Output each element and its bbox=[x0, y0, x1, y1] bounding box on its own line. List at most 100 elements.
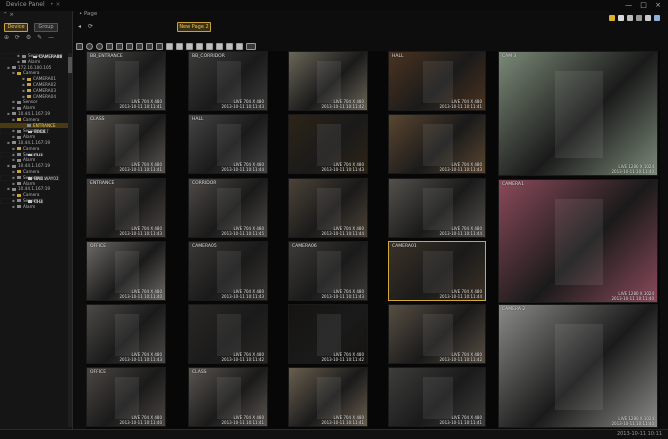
camera-tile[interactable]: CLASS LIVE 704 X 480 2013-10-11 10:11:41 bbox=[86, 114, 166, 174]
lock-icon[interactable] bbox=[654, 15, 660, 21]
camera-tile[interactable]: CORRIDOR LIVE 704 X 480 2013-10-11 10:11:4… bbox=[188, 178, 268, 238]
device-icon bbox=[12, 112, 16, 116]
camera-tile[interactable]: LIVE 704 X 480 2013-10-11 10:11:43 bbox=[388, 114, 486, 174]
grid-5-icon[interactable] bbox=[206, 42, 213, 50]
stream-timestamp: 2013-10-11 10:11:43 bbox=[321, 293, 364, 299]
device-icon bbox=[12, 66, 16, 70]
panel-tools[interactable]: ⊕ ⟳ ⚙ ✎ — bbox=[0, 34, 72, 43]
video-frame bbox=[317, 124, 341, 166]
layout-icon[interactable] bbox=[609, 15, 615, 21]
camera-info: LIVE 704 X 480 2013-10-11 10:11:43 bbox=[321, 162, 364, 172]
layout-1-icon[interactable] bbox=[116, 42, 123, 50]
camera-tile[interactable]: CAMERA1 LIVE 1280 X 1024 2013-10-11 10:11:… bbox=[498, 179, 658, 303]
snapshot-icon[interactable] bbox=[106, 42, 113, 50]
camera-info: LIVE 1280 X 1024 2013-10-11 10:11:40 bbox=[612, 164, 654, 174]
tree-item-label: Alarm bbox=[23, 157, 36, 163]
stream-timestamp: 2013-10-11 10:11:43 bbox=[119, 356, 162, 362]
camera-tile[interactable]: LIVE 704 X 480 2013-10-11 10:11:43 bbox=[86, 304, 166, 364]
grid-1-icon[interactable] bbox=[166, 42, 173, 50]
stream-timestamp: 2013-10-11 10:11:43 bbox=[321, 166, 364, 172]
camera-tile[interactable]: OFFICE LIVE 704 X 480 2013-10-11 10:11:40 bbox=[86, 367, 166, 427]
camera-tile[interactable]: LIVE 704 X 480 2013-10-11 10:11:41 bbox=[288, 367, 368, 427]
camera-tile[interactable]: CAMERA05 LIVE 704 X 480 2013-10-11 10:11:4… bbox=[188, 241, 268, 301]
camera-info: LIVE 704 X 480 2013-10-11 10:11:43 bbox=[440, 162, 482, 172]
refresh-icon[interactable] bbox=[96, 42, 103, 50]
link-icon[interactable] bbox=[627, 15, 633, 21]
video-frame bbox=[423, 188, 453, 230]
camera-tile[interactable]: LIVE 704 X 480 2013-10-11 10:11:42 bbox=[288, 51, 368, 111]
stream-timestamp: 2013-10-11 10:11:41 bbox=[119, 166, 162, 172]
panel-header: ⌃ × bbox=[0, 11, 72, 21]
stream-timestamp: 2013-10-11 10:11:42 bbox=[321, 103, 364, 109]
tree-item[interactable]: ▪ Alarm bbox=[0, 204, 72, 210]
camera-info: LIVE 704 X 480 2013-10-11 10:11:42 bbox=[321, 99, 364, 109]
camera-tile[interactable]: CLASS LIVE 704 X 480 2013-10-11 10:11:41 bbox=[188, 367, 268, 427]
camera-info: LIVE 704 X 480 2013-10-11 10:11:41 bbox=[120, 99, 162, 109]
delete-icon[interactable] bbox=[76, 42, 83, 50]
device-icon bbox=[17, 199, 21, 203]
camera-info: LIVE 704 X 480 2013-10-11 10:11:43 bbox=[321, 289, 364, 299]
grid-2-icon[interactable] bbox=[176, 42, 183, 50]
camera-tile[interactable]: ENTRANCE LIVE 704 X 480 2013-10-11 10:11:4… bbox=[86, 178, 166, 238]
settings-icon[interactable] bbox=[645, 15, 651, 21]
camera-tile[interactable]: LIVE 704 X 480 2013-10-11 10:11:42 bbox=[188, 304, 268, 364]
bookmark-icon[interactable] bbox=[156, 42, 163, 50]
camera-tile[interactable]: BB_ENTRANCE LIVE 704 X 480 2013-10-11 10:1… bbox=[86, 51, 166, 111]
video-frame bbox=[217, 314, 241, 356]
monitor-icon[interactable] bbox=[618, 15, 624, 21]
device-icon bbox=[22, 54, 26, 58]
camera-tile[interactable]: CAM 3 LIVE 1280 X 1024 2013-10-11 10:11:40 bbox=[498, 51, 658, 176]
camera-info: LIVE 704 X 480 2013-10-11 10:11:41 bbox=[222, 415, 264, 425]
folder-icon bbox=[27, 77, 31, 81]
panel-controls[interactable]: • × bbox=[50, 1, 60, 8]
tree-item-label: 10.44.1.167:19 bbox=[18, 163, 51, 169]
video-frame bbox=[555, 70, 603, 159]
record-icon[interactable] bbox=[86, 42, 93, 50]
camera-label: BB_ENTRANCE bbox=[90, 54, 123, 59]
tab-device[interactable]: Device bbox=[4, 23, 28, 32]
camera-tile[interactable]: CAMERA06 LIVE 704 X 480 2013-10-11 10:11:4… bbox=[288, 241, 368, 301]
camera-tile[interactable]: HALL LIVE 704 X 480 2013-10-11 10:11:44 bbox=[188, 114, 268, 174]
camera-tile[interactable]: CAMERA01 LIVE 704 X 480 2013-10-11 10:11:4… bbox=[388, 241, 486, 301]
camera-tile[interactable]: LIVE 704 X 480 2013-10-11 10:11:42 bbox=[388, 304, 486, 364]
camera-info: LIVE 704 X 480 2013-10-11 10:11:42 bbox=[222, 352, 264, 362]
fullscreen-icon[interactable] bbox=[246, 42, 256, 50]
camera-tile[interactable]: BB_CORRIDOR LIVE 704 X 480 2013-10-11 10:1… bbox=[188, 51, 268, 111]
camera-tile[interactable]: LIVE 704 X 480 2013-10-11 10:11:44 bbox=[388, 178, 486, 238]
camera-tile[interactable]: LIVE 704 X 480 2013-10-11 10:11:43 bbox=[288, 114, 368, 174]
camera-tile[interactable]: OFFICE LIVE 704 X 480 2013-10-11 10:11:40 bbox=[86, 241, 166, 301]
grid-4-icon[interactable] bbox=[196, 42, 203, 50]
camera-tile[interactable]: CAMERA 2 LIVE 1280 X 1024 2013-10-11 10:11… bbox=[498, 304, 658, 428]
refresh-icon[interactable]: ⟳ bbox=[88, 23, 93, 30]
camera-label: OFFICE bbox=[90, 244, 107, 249]
grid-3-icon[interactable] bbox=[186, 42, 193, 50]
camera-tile[interactable]: LIVE 704 X 480 2013-10-11 10:11:44 bbox=[288, 178, 368, 238]
star-icon[interactable] bbox=[146, 42, 153, 50]
folder-icon bbox=[27, 89, 31, 93]
layout-2-icon[interactable] bbox=[126, 42, 133, 50]
scrollbar-thumb[interactable] bbox=[68, 57, 72, 73]
stream-timestamp: 2013-10-11 10:11:44 bbox=[321, 230, 364, 236]
grid-8-icon[interactable] bbox=[236, 42, 243, 50]
back-icon[interactable]: ◂ bbox=[78, 23, 81, 30]
camera-tile[interactable]: HALL LIVE 704 X 480 2013-10-11 10:11:41 bbox=[388, 51, 486, 111]
panel-pin-controls[interactable]: ⌃ × bbox=[3, 12, 14, 20]
camera-info: LIVE 704 X 480 2013-10-11 10:11:44 bbox=[321, 226, 364, 236]
layout-3-icon[interactable] bbox=[136, 42, 143, 50]
tab-group[interactable]: Group bbox=[34, 23, 58, 32]
tab-new-page-2[interactable]: New Page 2 bbox=[177, 22, 211, 32]
video-frame bbox=[115, 61, 139, 103]
tree-scrollbar[interactable] bbox=[68, 53, 72, 427]
tree-item-label: Alarm bbox=[23, 105, 36, 111]
camera-tile[interactable]: LIVE 704 X 480 2013-10-11 10:11:42 bbox=[288, 304, 368, 364]
pin-icon[interactable] bbox=[636, 15, 642, 21]
grid-6-icon[interactable] bbox=[216, 42, 223, 50]
grid-7-icon[interactable] bbox=[226, 42, 233, 50]
stream-timestamp: 2013-10-11 10:11:40 bbox=[119, 293, 162, 299]
window-controls[interactable]: — □ × bbox=[625, 1, 664, 9]
device-panel: ⌃ × Device Group ⊕ ⟳ ⚙ ✎ — CAMERA05 CAMER… bbox=[0, 11, 73, 429]
camera-info: LIVE 704 X 480 2013-10-11 10:11:41 bbox=[119, 162, 162, 172]
folder-icon bbox=[17, 118, 21, 122]
video-frame bbox=[423, 124, 453, 166]
camera-tile[interactable]: LIVE 704 X 480 2013-10-11 10:11:41 bbox=[388, 367, 486, 427]
